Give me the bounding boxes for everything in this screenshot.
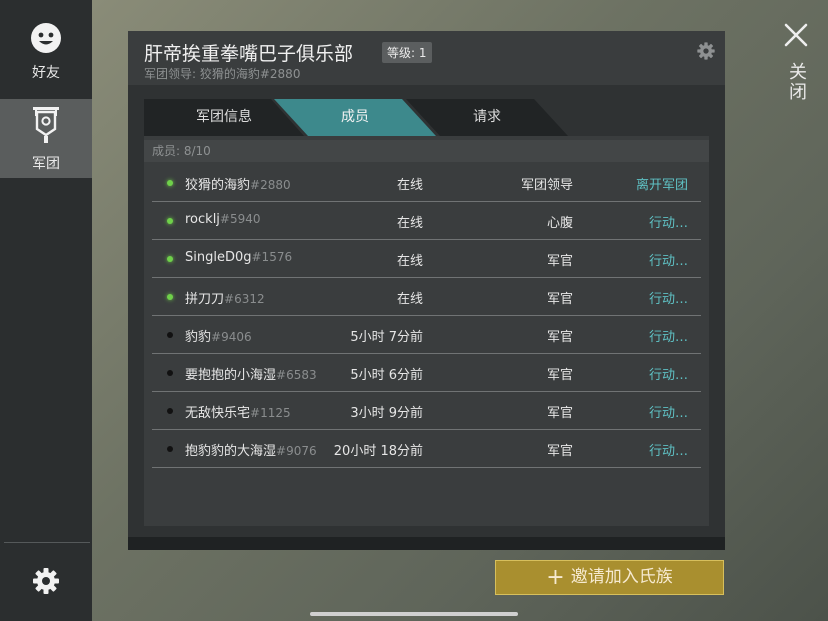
sidebar-item-legion[interactable]: 军团 [0,99,92,178]
member-row[interactable]: 拼刀刀#6312 在线 军官 行动… [152,278,701,316]
sidebar-divider [4,542,90,543]
members-rows: 狡猾的海豹#2880 在线 军团领导 离开军团 rocklj#5940 在线 心腹 行动… Si… [152,164,701,468]
member-role: 心腹 [546,216,573,231]
clan-panel: 肝帝挨重拳嘴巴子俱乐部 等级: 1 军团领导: 狡猾的海豹#2880 军团信息 … [128,31,725,550]
clan-name: 肝帝挨重拳嘴巴子俱乐部 [144,43,354,65]
gear-icon [33,568,59,594]
clan-tabs: 军团信息 请求 成员 [144,99,574,136]
member-status: 在线 [396,292,423,307]
member-action-button[interactable]: 离开军团 [636,174,688,193]
member-row[interactable]: 抱豹豹的大海湿#9076 20小时 18分前 军官 行动… [152,430,701,468]
member-name: 拼刀刀#6312 [185,292,265,307]
clan-leader: 军团领导: 狡猾的海豹#2880 [144,67,301,81]
member-row[interactable]: SingleD0g#1576 在线 军官 行动… [152,240,701,278]
invite-to-clan-button[interactable]: + 邀请加入氏族 [495,560,724,595]
member-name: 要抱抱的小海湿#6583 [185,368,317,383]
home-indicator[interactable] [310,612,518,616]
sidebar-item-label: 好友 [32,65,60,81]
status-dot [167,180,173,186]
member-status: 在线 [396,216,423,231]
status-dot [167,446,173,452]
member-role: 军官 [546,330,573,345]
member-tag: #6583 [276,368,317,382]
status-dot [167,408,173,414]
settings-button[interactable] [31,566,61,596]
member-row[interactable]: 狡猾的海豹#2880 在线 军团领导 离开军团 [152,164,701,202]
clan-settings-button[interactable] [696,41,716,61]
status-dot [167,332,173,338]
member-tag: #6312 [224,292,265,306]
member-name: 豹豹#9406 [185,330,252,345]
member-action-button[interactable]: 行动… [649,212,688,231]
clan-header: 肝帝挨重拳嘴巴子俱乐部 等级: 1 军团领导: 狡猾的海豹#2880 [128,31,725,85]
gear-icon [697,42,715,60]
member-status: 20小时 18分前 [333,444,423,459]
member-status: 在线 [396,178,423,193]
member-status: 5小时 7分前 [350,330,423,345]
member-tag: #2880 [250,178,291,192]
member-row[interactable]: 要抱抱的小海湿#6583 5小时 6分前 军官 行动… [152,354,701,392]
member-action-button[interactable]: 行动… [649,440,688,459]
members-count: 成员: 8/10 [144,140,709,162]
close-icon [784,23,808,47]
member-name: 抱豹豹的大海湿#9076 [185,444,317,459]
sidebar-item-label: 军团 [32,156,60,172]
member-status: 3小时 9分前 [350,406,423,421]
plus-icon: + [546,565,565,590]
member-name: 狡猾的海豹#2880 [185,178,291,193]
member-tag: #9406 [211,330,252,344]
member-status: 在线 [396,254,423,269]
member-row[interactable]: 无敌快乐宅#1125 3小时 9分前 军官 行动… [152,392,701,430]
member-status: 5小时 6分前 [350,368,423,383]
member-role: 军官 [546,444,573,459]
smiley-icon [31,23,61,53]
invite-label: 邀请加入氏族 [570,567,673,587]
member-tag: #1125 [250,406,291,420]
member-name: SingleD0g#1576 [185,250,293,265]
member-name: 无敌快乐宅#1125 [185,406,291,421]
member-tag: #1576 [251,250,293,264]
clan-level-badge: 等级: 1 [382,42,432,63]
close-button[interactable]: 关闭 [780,22,812,132]
status-dot [167,218,173,224]
member-name: rocklj#5940 [185,212,261,227]
status-dot [167,256,173,262]
member-action-button[interactable]: 行动… [649,402,688,421]
banner-icon [33,107,59,143]
member-action-button[interactable]: 行动… [649,326,688,345]
member-role: 军官 [546,292,573,307]
panel-footer [128,537,725,550]
members-list: 成员: 8/10 狡猾的海豹#2880 在线 军团领导 离开军团 rocklj#5940… [144,136,709,526]
member-action-button[interactable]: 行动… [649,364,688,383]
member-role: 军官 [546,254,573,269]
member-tag: #9076 [276,444,317,458]
member-role: 军团领导 [520,178,573,193]
status-dot [167,370,173,376]
member-action-button[interactable]: 行动… [649,250,688,269]
sidebar: 好友 军团 [0,0,92,621]
member-action-button[interactable]: 行动… [649,288,688,307]
status-dot [167,294,173,300]
member-row[interactable]: 豹豹#9406 5小时 7分前 军官 行动… [152,316,701,354]
member-role: 军官 [546,368,573,383]
member-row[interactable]: rocklj#5940 在线 心腹 行动… [152,202,701,240]
close-label: 关闭 [786,62,807,102]
sidebar-item-friends[interactable]: 好友 [0,22,92,92]
member-role: 军官 [546,406,573,421]
member-tag: #5940 [219,212,261,226]
